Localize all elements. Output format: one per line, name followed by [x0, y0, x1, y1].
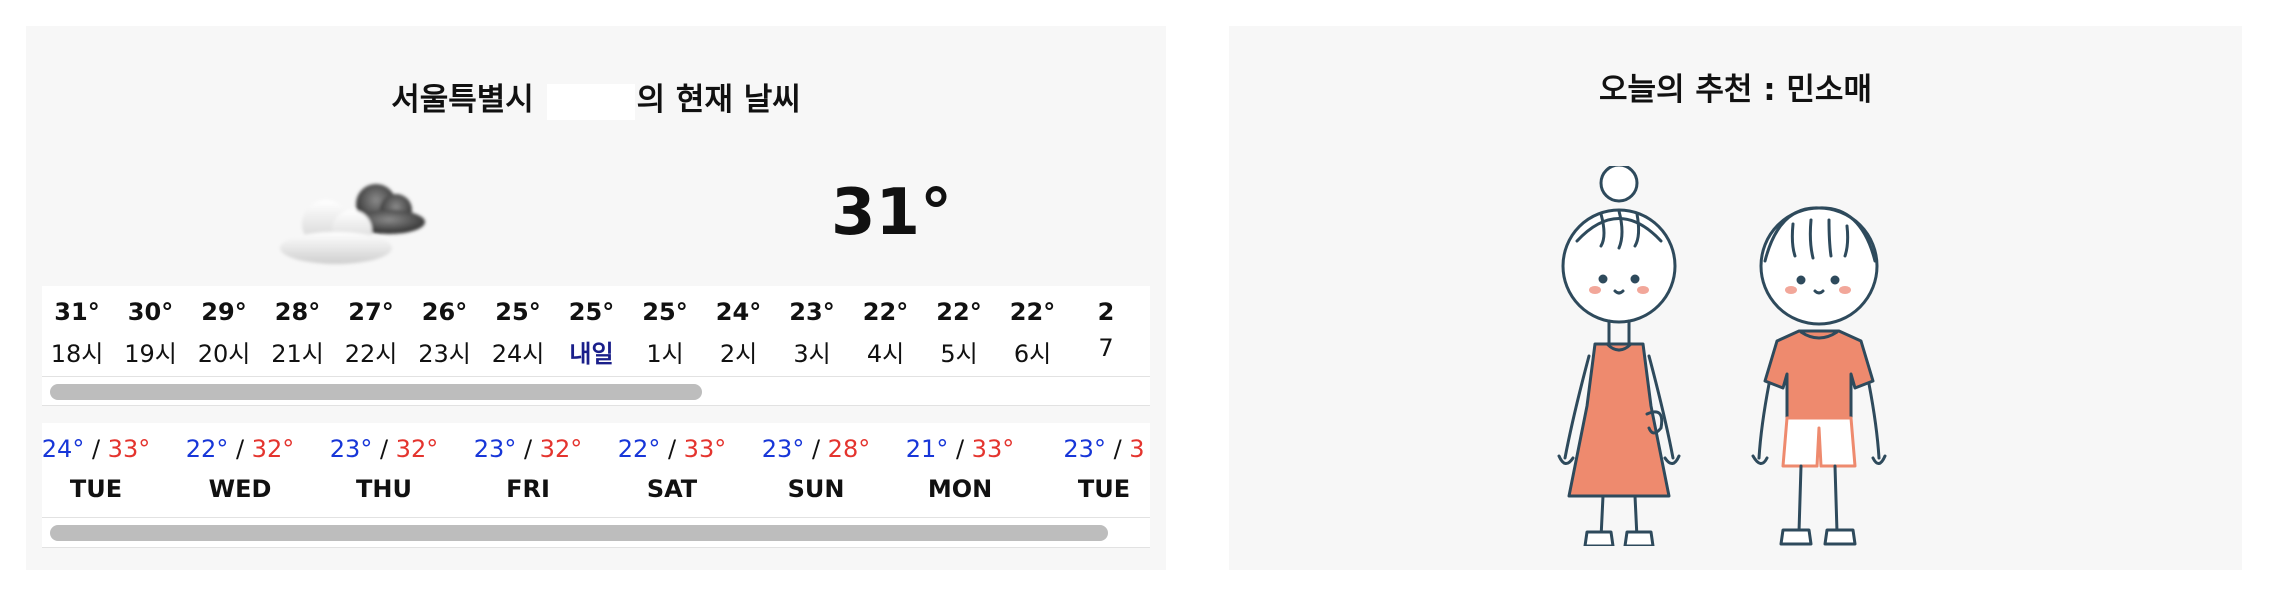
temp-separator: / — [372, 435, 396, 463]
hourly-time: 5시 — [940, 340, 978, 368]
hourly-temp: 22° — [936, 298, 982, 326]
hourly-temp: 26° — [421, 298, 468, 326]
hourly-time: 21시 — [271, 340, 324, 368]
daily-low-temp: 21° — [905, 435, 949, 463]
recommendation-panel: 오늘의 추천 : 민소매 — [1229, 26, 2242, 570]
daily-temp-range: 22° / 33° — [602, 435, 742, 463]
daily-temp-range: 23° / 28° — [746, 435, 886, 463]
daily-temp-range: 21° / 33° — [890, 435, 1030, 463]
daily-divider — [42, 517, 1150, 518]
daily-day-name: SUN — [787, 475, 845, 503]
hourly-time: 18시 — [50, 340, 104, 368]
hourly-temp: 31° — [54, 298, 100, 326]
daily-day-name: TUE — [69, 475, 123, 503]
daily-high-temp: 33° — [971, 435, 1015, 463]
weather-panel: 서울특별시 의 현재 날씨 31° 31° 18시 30° 19시 29° 20시 28° — [26, 26, 1166, 570]
daily-high-temp: 32° — [539, 435, 583, 463]
weather-title: 서울특별시 의 현재 날씨 — [26, 74, 1166, 120]
daily-bottom-divider — [42, 547, 1150, 548]
hourly-time: 7 — [1098, 334, 1114, 362]
daily-day-name: SAT — [646, 475, 698, 503]
daily-low-temp: 22° — [617, 435, 661, 463]
daily-day-name: MON — [927, 475, 993, 503]
hourly-temp: 30° — [127, 298, 174, 326]
daily-low-temp: 23° — [473, 435, 517, 463]
partly-cloudy-icon — [280, 184, 425, 264]
weather-title-suffix: 의 현재 날씨 — [636, 82, 801, 118]
hourly-time: 1시 — [646, 340, 684, 368]
daily-day-name: FRI — [506, 475, 550, 503]
temp-separator: / — [228, 435, 252, 463]
hourly-temp: 22° — [1009, 298, 1056, 326]
daily-scrollbar[interactable] — [50, 525, 1108, 541]
temp-separator: / — [660, 435, 684, 463]
hourly-temp: 25° — [568, 298, 615, 326]
hourly-scrollbar[interactable] — [50, 384, 702, 400]
hourly-time: 6시 — [1013, 340, 1052, 368]
daily-temp-range: 23° / 32° — [314, 435, 454, 463]
daily-high-temp: 28° — [827, 435, 871, 463]
hourly-time: 19시 — [124, 340, 177, 368]
redacted-district — [546, 83, 635, 120]
hourly-time: 20시 — [197, 340, 251, 368]
hourly-time: 2시 — [719, 340, 758, 368]
hourly-time: 24시 — [491, 340, 545, 368]
hourly-temp: 25° — [495, 298, 541, 326]
hourly-temp: 28° — [274, 298, 321, 326]
daily-high-temp: 3 — [1129, 435, 1145, 463]
hourly-bottom-divider — [42, 405, 1150, 406]
current-temperature: 31° — [831, 176, 953, 250]
hourly-temp: 2 — [1097, 298, 1115, 326]
hourly-temp: 23° — [789, 298, 835, 326]
hourly-time: 23시 — [418, 340, 471, 368]
daily-low-temp: 22° — [185, 435, 229, 463]
daily-high-temp: 32° — [395, 435, 439, 463]
daily-low-temp: 23° — [329, 435, 373, 463]
kids-summer-outfit-illustration — [1557, 166, 1887, 546]
daily-day-name: THU — [356, 475, 412, 503]
temp-separator: / — [948, 435, 972, 463]
hourly-temp: 24° — [715, 298, 762, 326]
daily-temp-range: 22° / 32° — [170, 435, 310, 463]
hourly-temp: 25° — [642, 298, 688, 326]
weather-title-city: 서울특별시 — [391, 82, 534, 118]
hourly-time: 4시 — [866, 340, 905, 368]
hourly-temp: 29° — [201, 298, 247, 326]
hourly-time: 내일 — [569, 340, 614, 368]
hourly-time: 3시 — [793, 340, 831, 368]
daily-high-temp: 33° — [107, 435, 151, 463]
daily-day-name: TUE — [1077, 475, 1131, 503]
daily-temp-range: 23° / 3 — [1034, 435, 1150, 463]
daily-temp-range: 23° / 32° — [458, 435, 598, 463]
girl-figure — [1557, 166, 1681, 546]
temp-separator: / — [1105, 435, 1130, 463]
daily-forecast[interactable]: 24° / 33° TUE 22° / 32° WED 23° / 32° THU 23° … — [42, 423, 1150, 548]
hourly-divider — [42, 376, 1150, 377]
hourly-temp: 22° — [862, 298, 909, 326]
daily-high-temp: 33° — [683, 435, 727, 463]
hourly-forecast[interactable]: 31° 18시 30° 19시 29° 20시 28° 21시 27° 22시 26° 23시 25° 2… — [42, 286, 1150, 406]
temp-separator: / — [804, 435, 828, 463]
hourly-time: 22시 — [344, 340, 398, 368]
boy-figure — [1751, 206, 1887, 546]
recommendation-title: 오늘의 추천 : 민소매 — [1599, 72, 1872, 108]
temp-separator: / — [516, 435, 540, 463]
temp-separator: / — [84, 435, 108, 463]
daily-temp-range: 24° / 33° — [42, 435, 166, 463]
daily-day-name: WED — [208, 475, 272, 503]
daily-high-temp: 32° — [251, 435, 295, 463]
hourly-temp: 27° — [348, 298, 394, 326]
daily-low-temp: 23° — [1063, 435, 1106, 463]
daily-low-temp: 24° — [42, 435, 85, 463]
daily-low-temp: 23° — [761, 435, 805, 463]
